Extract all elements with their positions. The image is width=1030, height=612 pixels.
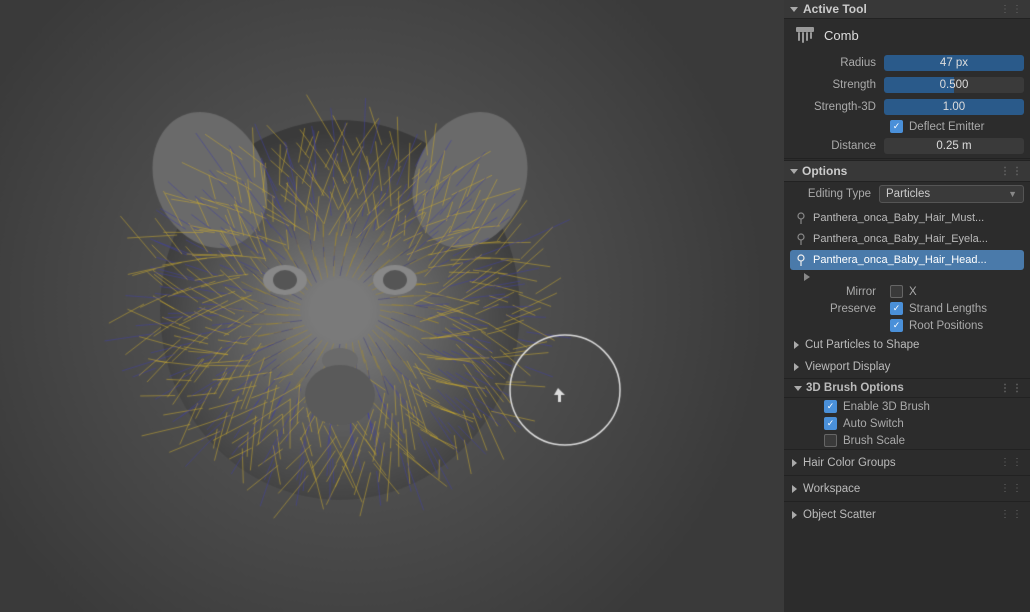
distance-row: Distance 0.25 m <box>784 135 1030 157</box>
particle-icon-0 <box>794 211 808 225</box>
editing-type-chevron: ▼ <box>1008 189 1017 199</box>
arrow-row <box>784 273 1030 283</box>
options-dots: ⋮⋮ <box>1000 166 1024 177</box>
enable-3d-brush-row: Enable 3D Brush <box>784 398 1030 415</box>
strand-lengths-label: Strand Lengths <box>909 303 987 315</box>
object-scatter-dots: ⋮⋮ <box>1000 509 1024 520</box>
options-collapse-icon <box>790 169 798 174</box>
workspace-label: Workspace <box>803 483 860 495</box>
brush-options-label: 3D Brush Options <box>806 382 904 394</box>
right-panel: Active Tool ⋮⋮ Comb Radius 47 px Strengt… <box>784 0 1030 612</box>
radius-label: Radius <box>794 57 884 69</box>
preserve-root-row: Root Positions <box>784 317 1030 334</box>
editing-type-row: Editing Type Particles ▼ <box>784 182 1030 206</box>
deflect-emitter-row: Deflect Emitter <box>784 118 1030 135</box>
preserve-strand-row: Preserve Strand Lengths <box>784 300 1030 317</box>
editing-type-value: Particles <box>886 188 930 200</box>
enable-3d-brush-label: Enable 3D Brush <box>843 401 930 413</box>
active-tool-collapse-icon <box>790 7 798 12</box>
deflect-emitter-label: Deflect Emitter <box>909 121 984 133</box>
viewport-canvas <box>0 0 784 612</box>
viewport-display-row[interactable]: Viewport Display <box>784 356 1030 378</box>
cut-particles-row[interactable]: Cut Particles to Shape <box>784 334 1030 356</box>
active-tool-dots: ⋮⋮ <box>1000 4 1024 15</box>
distance-value[interactable]: 0.25 m <box>884 138 1024 154</box>
workspace-section[interactable]: Workspace ⋮⋮ <box>784 475 1030 501</box>
viewport-display-collapse-icon <box>794 363 799 371</box>
particle-item-2[interactable]: Panthera_onca_Baby_Hair_Head... <box>790 250 1024 270</box>
tool-name: Comb <box>824 28 859 43</box>
strength-row: Strength 0.500 <box>784 74 1030 96</box>
particle-icon-1 <box>794 232 808 246</box>
particle-item-0[interactable]: Panthera_onca_Baby_Hair_Must... <box>790 208 1024 228</box>
object-scatter-section[interactable]: Object Scatter ⋮⋮ <box>784 501 1030 527</box>
editing-type-label: Editing Type <box>794 188 879 200</box>
strength-value[interactable]: 0.500 <box>884 77 1024 93</box>
hair-color-groups-section[interactable]: Hair Color Groups ⋮⋮ <box>784 449 1030 475</box>
brush-options-header: 3D Brush Options ⋮⋮ <box>784 378 1030 398</box>
radius-value[interactable]: 47 px <box>884 55 1024 71</box>
distance-label: Distance <box>794 140 884 152</box>
particle-item-label-2: Panthera_onca_Baby_Hair_Head... <box>813 254 987 266</box>
object-scatter-label: Object Scatter <box>803 509 876 521</box>
hair-color-groups-dots: ⋮⋮ <box>1000 457 1024 468</box>
brush-scale-label: Brush Scale <box>843 435 905 447</box>
strength3d-row: Strength-3D 1.00 <box>784 96 1030 118</box>
auto-switch-label: Auto Switch <box>843 418 904 430</box>
strength3d-value[interactable]: 1.00 <box>884 99 1024 115</box>
root-positions-checkbox[interactable] <box>890 319 903 332</box>
mirror-x-checkbox[interactable] <box>890 285 903 298</box>
object-scatter-icon <box>792 511 797 519</box>
arrow-right-icon <box>804 273 810 281</box>
brush-options-collapse-icon <box>794 386 802 391</box>
hair-color-groups-icon <box>792 459 797 467</box>
active-tool-header: Active Tool ⋮⋮ <box>784 0 1030 19</box>
viewport[interactable] <box>0 0 784 612</box>
active-tool-label: Active Tool <box>803 2 867 16</box>
hair-color-groups-label: Hair Color Groups <box>803 457 896 469</box>
workspace-icon <box>792 485 797 493</box>
brush-scale-checkbox[interactable] <box>824 434 837 447</box>
strength3d-label: Strength-3D <box>794 101 884 113</box>
deflect-emitter-checkbox[interactable] <box>890 120 903 133</box>
radius-row: Radius 47 px <box>784 52 1030 74</box>
mirror-x-label: X <box>909 286 917 298</box>
cut-particles-collapse-icon <box>794 341 799 349</box>
auto-switch-checkbox[interactable] <box>824 417 837 430</box>
particle-item-label-1: Panthera_onca_Baby_Hair_Eyela... <box>813 233 988 245</box>
options-header: Options ⋮⋮ <box>784 160 1030 182</box>
cut-particles-label: Cut Particles to Shape <box>805 339 919 351</box>
brush-scale-row: Brush Scale <box>784 432 1030 449</box>
particle-icon-2 <box>794 253 808 267</box>
viewport-display-label: Viewport Display <box>805 361 890 373</box>
tool-name-row: Comb <box>784 19 1030 52</box>
brush-options-dots: ⋮⋮ <box>1000 383 1024 394</box>
particle-item-label-0: Panthera_onca_Baby_Hair_Must... <box>813 212 984 224</box>
preserve-label: Preserve <box>794 303 884 315</box>
particle-item-1[interactable]: Panthera_onca_Baby_Hair_Eyela... <box>790 229 1024 249</box>
strand-lengths-checkbox[interactable] <box>890 302 903 315</box>
particle-list: Panthera_onca_Baby_Hair_Must... Panthera… <box>784 206 1030 273</box>
options-label: Options <box>802 164 847 178</box>
enable-3d-brush-checkbox[interactable] <box>824 400 837 413</box>
comb-icon <box>794 24 816 46</box>
auto-switch-row: Auto Switch <box>784 415 1030 432</box>
mirror-row: Mirror X <box>784 283 1030 300</box>
mirror-label: Mirror <box>794 286 884 298</box>
root-positions-label: Root Positions <box>909 320 983 332</box>
workspace-dots: ⋮⋮ <box>1000 483 1024 494</box>
editing-type-select[interactable]: Particles ▼ <box>879 185 1024 203</box>
strength-label: Strength <box>794 79 884 91</box>
